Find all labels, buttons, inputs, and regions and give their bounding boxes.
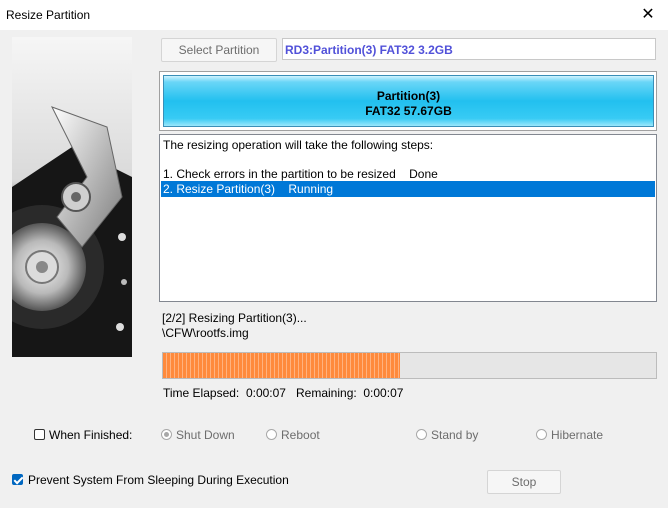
partition-info: FAT32 57.67GB — [365, 104, 452, 118]
progress-current-file: \CFW\rootfs.img — [162, 326, 249, 340]
progress-fill — [163, 353, 400, 378]
when-finished-label: When Finished: — [49, 428, 133, 442]
stop-button[interactable]: Stop — [487, 470, 561, 494]
remaining-label: Remaining: — [296, 386, 357, 400]
step-status: Done — [409, 167, 438, 181]
elapsed-value: 0:00:07 — [245, 386, 286, 400]
shut-down-label: Shut Down — [176, 428, 235, 442]
prevent-sleep-checkbox[interactable] — [12, 474, 23, 485]
selected-partition-field: RD3:Partition(3) FAT32 3.2GB — [282, 38, 656, 60]
list-item: 2. Resize Partition(3) Running — [163, 182, 333, 196]
elapsed-label: Time Elapsed: — [163, 386, 240, 400]
time-row: Time Elapsed: 0:00:07 Remaining: 0:00:07 — [163, 386, 403, 400]
hard-drive-icon — [12, 106, 132, 357]
reboot-label: Reboot — [281, 428, 320, 442]
remaining-value: 0:00:07 — [363, 386, 404, 400]
hibernate-radio[interactable] — [536, 429, 547, 440]
stand-by-label: Stand by — [431, 428, 479, 442]
steps-header: The resizing operation will take the fol… — [163, 138, 434, 152]
window-title: Resize Partition — [6, 8, 91, 22]
select-partition-button[interactable]: Select Partition — [161, 38, 277, 62]
steps-list — [159, 134, 657, 302]
title-bar — [0, 0, 668, 30]
list-item: 1. Check errors in the partition to be r… — [163, 167, 438, 181]
shut-down-radio[interactable] — [161, 429, 172, 440]
when-finished-checkbox[interactable] — [34, 429, 45, 440]
diskgenius-hard-drive-image — [12, 37, 132, 357]
stand-by-radio[interactable] — [416, 429, 427, 440]
step-label: 1. Check errors in the partition to be r… — [163, 167, 396, 181]
prevent-sleep-label: Prevent System From Sleeping During Exec… — [28, 473, 289, 487]
partition-name: Partition(3) — [376, 89, 441, 103]
step-status: Running — [288, 182, 334, 196]
reboot-radio[interactable] — [266, 429, 277, 440]
step-label: 2. Resize Partition(3) — [163, 182, 276, 196]
close-icon[interactable]: ✕ — [636, 4, 660, 26]
progress-stage-text: [2/2] Resizing Partition(3)... — [162, 311, 307, 325]
hibernate-label: Hibernate — [551, 428, 604, 442]
